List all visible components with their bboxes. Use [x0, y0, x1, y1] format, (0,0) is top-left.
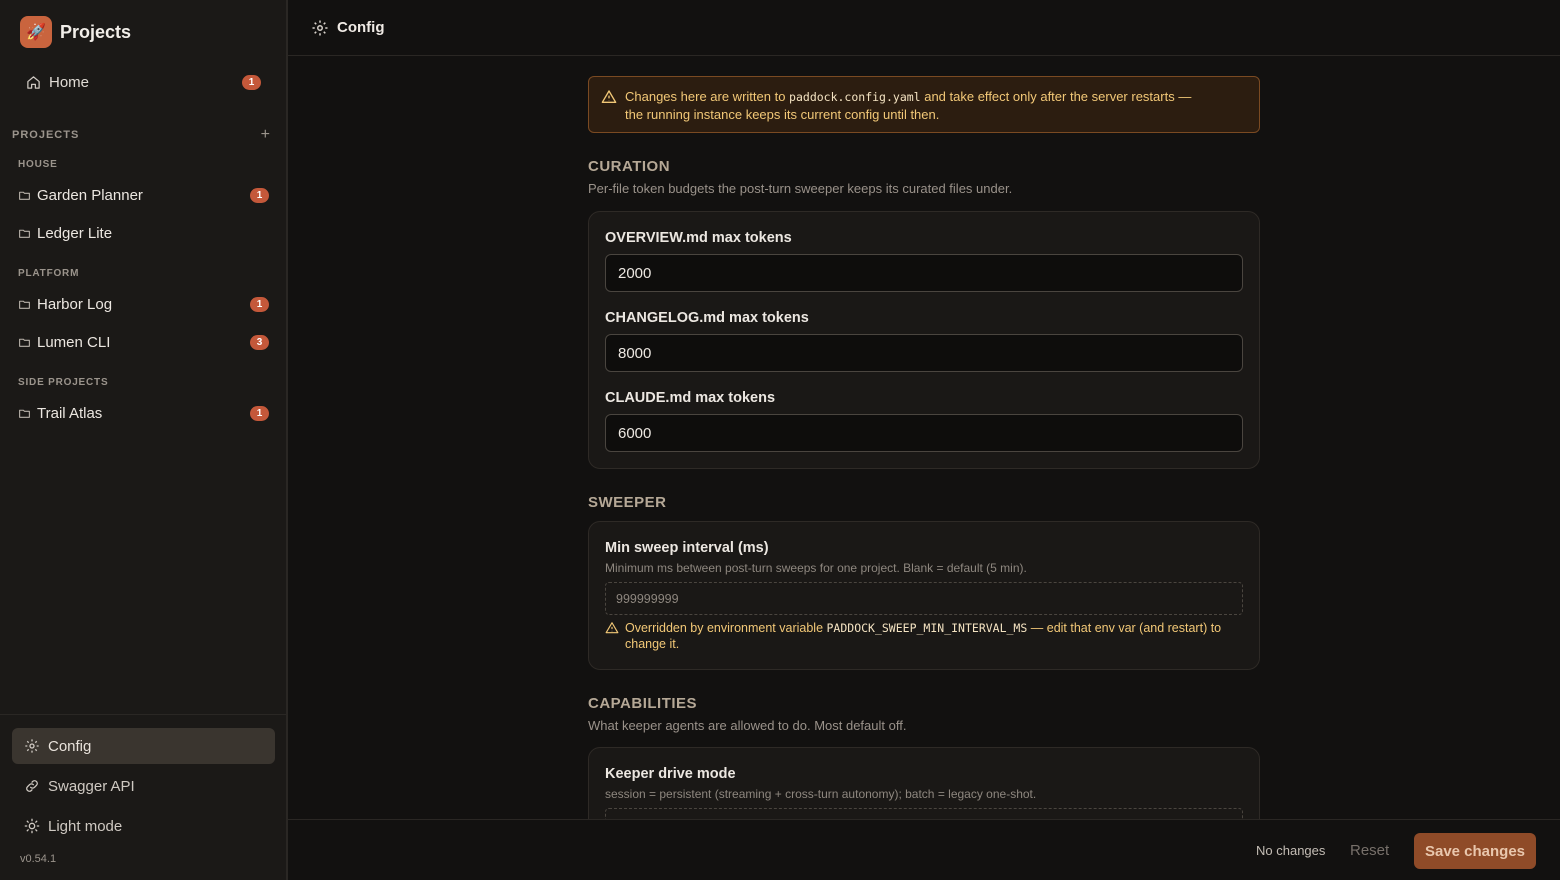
sidebar-item-label: Harbor Log — [37, 295, 113, 313]
overview-max-tokens-input[interactable]: 2000 — [605, 254, 1243, 292]
save-changes-button[interactable]: Save changes — [1414, 833, 1536, 869]
section-title-curation: CURATION — [588, 158, 671, 175]
unread-badge: 1 — [250, 187, 269, 203]
page-title: Config — [337, 19, 385, 36]
sidebar-item-label: Trail Atlas — [37, 404, 103, 422]
banner-text-line2: the running instance keeps its current c… — [625, 107, 940, 122]
sweeper-card: Min sweep interval (ms) Minimum ms betwe… — [588, 521, 1260, 670]
sidebar-item-harbor-log[interactable]: Harbor Log 1 — [12, 287, 276, 321]
config-filename: paddock.config.yaml — [789, 90, 921, 104]
field-label-min-sweep-interval: Min sweep interval (ms) — [605, 540, 769, 556]
sidebar-item-lumen-cli[interactable]: Lumen CLI 3 — [12, 325, 276, 359]
sidebar-item-label: Garden Planner — [37, 186, 143, 204]
unread-badge: 1 — [250, 296, 269, 312]
env-var-name: PADDOCK_SWEEP_MIN_INTERVAL_MS — [826, 621, 1028, 635]
field-label-changelog: CHANGELOG.md max tokens — [605, 310, 809, 326]
projects-section-header: PROJECTS + — [12, 127, 272, 143]
sidebar-item-label: Ledger Lite — [37, 224, 113, 242]
section-description: What keeper agents are allowed to do. Mo… — [588, 718, 907, 733]
theme-toggle[interactable]: Light mode — [12, 808, 275, 844]
sun-icon — [24, 818, 40, 834]
sidebar-item-label: Home — [49, 73, 90, 91]
override-text-pre: Overridden by environment variable — [625, 621, 827, 635]
restart-warning-banner: Changes here are written to paddock.conf… — [588, 76, 1260, 133]
folder-icon — [18, 298, 31, 311]
override-text: Overridden by environment variable PADDO… — [625, 620, 1221, 652]
sidebar-item-label: Lumen CLI — [37, 333, 111, 351]
folder-icon — [18, 189, 31, 202]
group-label-platform: PLATFORM — [18, 268, 80, 279]
add-project-button[interactable]: + — [261, 127, 272, 143]
curation-card: OVERVIEW.md max tokens 2000 CHANGELOG.md… — [588, 211, 1260, 469]
field-help: Minimum ms between post-turn sweeps for … — [605, 561, 1027, 575]
link-icon — [24, 778, 40, 794]
section-label: PROJECTS — [12, 129, 80, 141]
folder-icon — [18, 336, 31, 349]
warning-icon — [605, 621, 619, 652]
capabilities-card: Keeper drive mode session = persistent (… — [588, 747, 1260, 819]
keeper-drive-mode-select[interactable] — [605, 808, 1243, 819]
sidebar-item-trail-atlas[interactable]: Trail Atlas 1 — [12, 396, 276, 430]
env-override-notice: Overridden by environment variable PADDO… — [605, 620, 1245, 652]
unread-badge: 1 — [250, 405, 269, 421]
banner-text-pre: Changes here are written to — [625, 89, 790, 104]
banner-text: Changes here are written to paddock.conf… — [625, 88, 1191, 132]
save-bar: No changes Reset Save changes — [288, 819, 1560, 880]
min-sweep-interval-input: 999999999 — [605, 582, 1243, 615]
group-label-side-projects: SIDE PROJECTS — [18, 377, 109, 388]
override-text-post: — edit that env var (and restart) to — [1027, 621, 1222, 635]
section-description: Per-file token budgets the post-turn swe… — [588, 181, 1013, 196]
field-label-overview: OVERVIEW.md max tokens — [605, 230, 792, 246]
home-icon — [26, 75, 41, 90]
app-version: v0.54.1 — [20, 853, 57, 865]
reset-button[interactable]: Reset — [1350, 842, 1389, 859]
sidebar-item-label: Swagger API — [48, 777, 135, 795]
page-header: Config — [288, 0, 1560, 56]
app-title: Projects — [60, 21, 132, 42]
sidebar-item-label: Light mode — [48, 817, 123, 835]
section-title-sweeper: SWEEPER — [588, 494, 667, 511]
folder-icon — [18, 407, 31, 420]
gear-icon — [24, 738, 40, 754]
group-label-house: HOUSE — [18, 159, 58, 170]
field-help: session = persistent (streaming + cross-… — [605, 787, 1037, 801]
section-title-capabilities: CAPABILITIES — [588, 695, 698, 712]
unread-badge: 1 — [242, 74, 261, 90]
sidebar-item-garden-planner[interactable]: Garden Planner 1 — [12, 178, 276, 212]
field-label-claude: CLAUDE.md max tokens — [605, 390, 776, 406]
sidebar-item-config[interactable]: Config — [12, 728, 275, 764]
unread-badge: 3 — [250, 334, 269, 350]
warning-icon — [601, 89, 617, 132]
sidebar: 🚀 Projects Home 1 PROJECTS + HOUSE Garde… — [0, 0, 288, 880]
sidebar-item-ledger-lite[interactable]: Ledger Lite — [12, 216, 276, 250]
rocket-logo-icon: 🚀 — [20, 16, 52, 48]
changelog-max-tokens-input[interactable]: 8000 — [605, 334, 1243, 372]
sidebar-item-home[interactable]: Home 1 — [12, 64, 264, 100]
change-status: No changes — [1256, 843, 1326, 858]
banner-text-post: and take effect only after the server re… — [920, 89, 1192, 104]
gear-icon — [311, 19, 329, 37]
claude-max-tokens-input[interactable]: 6000 — [605, 414, 1243, 452]
brand[interactable]: 🚀 Projects — [20, 16, 131, 48]
sidebar-item-label: Config — [48, 737, 92, 755]
folder-icon — [18, 227, 31, 240]
field-label-keeper-drive-mode: Keeper drive mode — [605, 766, 736, 782]
sidebar-item-swagger-api[interactable]: Swagger API — [12, 768, 275, 804]
override-text-line2: change it. — [625, 637, 680, 651]
config-form: Changes here are written to paddock.conf… — [588, 56, 1260, 819]
